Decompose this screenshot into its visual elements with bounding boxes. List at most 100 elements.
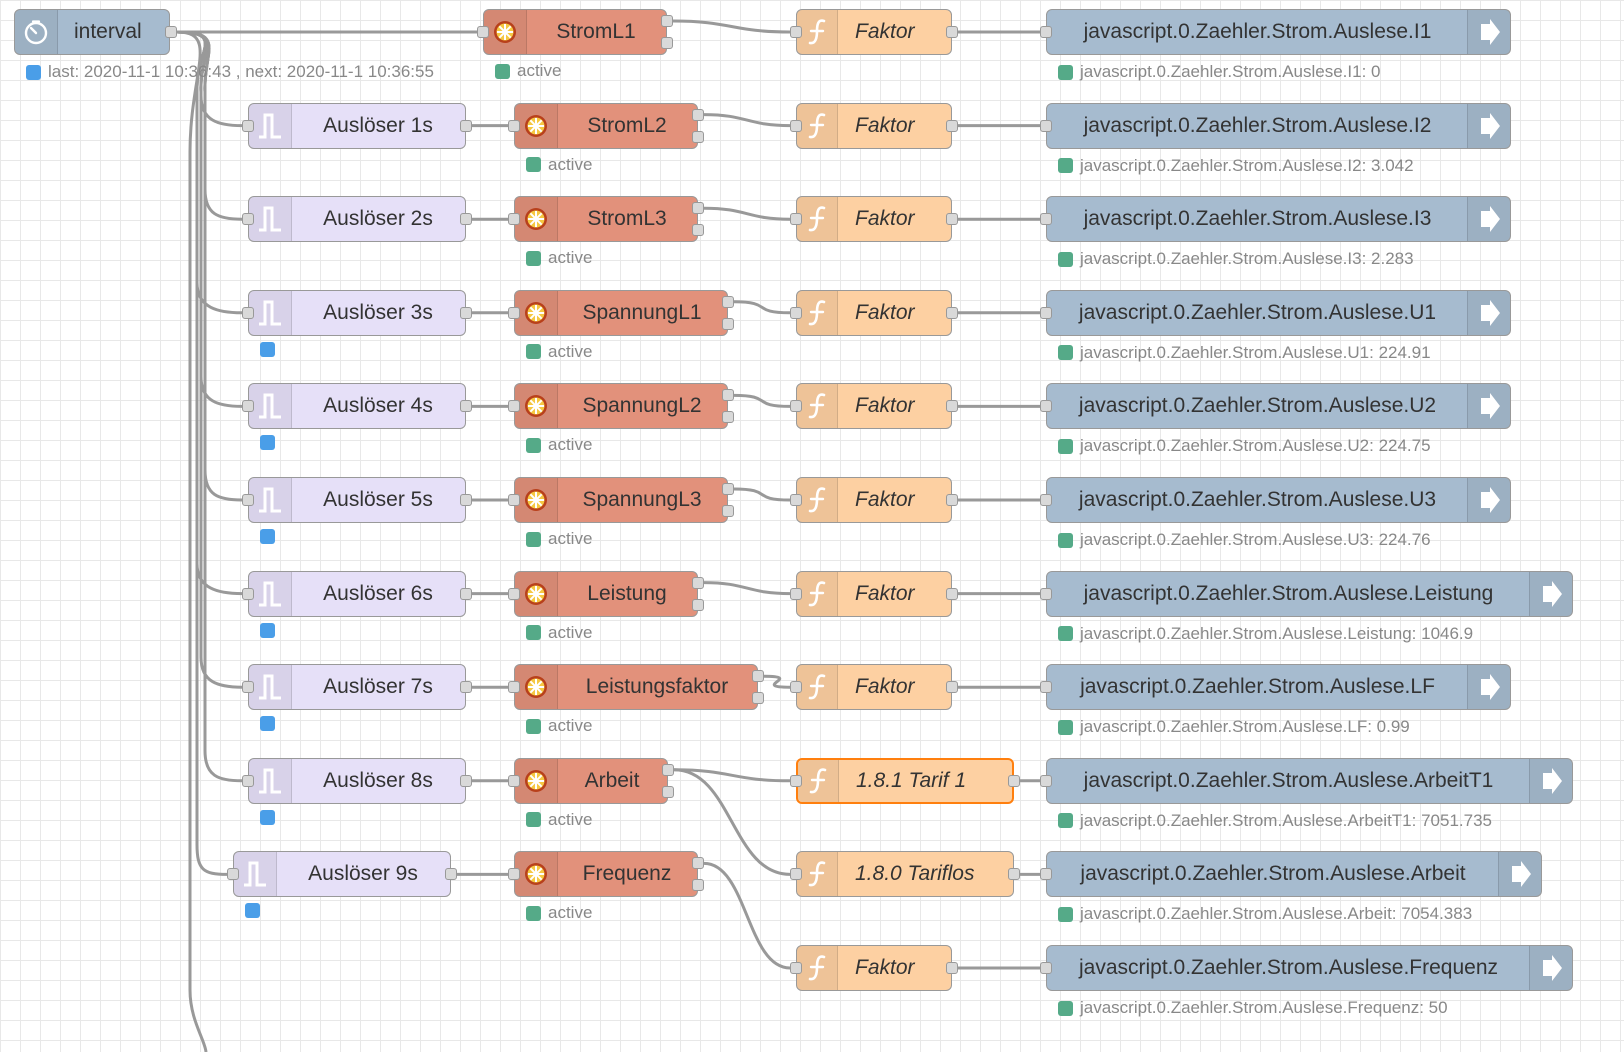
ingress-error-port-2[interactable]	[692, 224, 704, 237]
ingress-input-port-6[interactable]	[508, 587, 520, 600]
ingress-node-4[interactable]: SpannungL2	[514, 383, 728, 430]
outgress-input-port-7[interactable]	[1040, 681, 1052, 694]
ingress-input-port-4[interactable]	[508, 400, 520, 413]
trigger-output-port-1[interactable]	[460, 119, 472, 132]
function-output-port-4[interactable]	[946, 400, 958, 413]
trigger-node-7[interactable]: Auslöser 7s	[248, 664, 466, 711]
ingress-node-7[interactable]: Leistungsfaktor	[514, 664, 758, 711]
function-node-0[interactable]: Faktor	[796, 9, 952, 55]
ingress-error-port-5[interactable]	[722, 505, 734, 517]
ingress-error-port-7[interactable]	[752, 692, 764, 705]
ingress-error-port-0[interactable]	[661, 37, 673, 49]
function-node-4[interactable]: Faktor	[796, 383, 952, 430]
trigger-node-4[interactable]: Auslöser 4s	[248, 383, 466, 430]
function-node-7[interactable]: Faktor	[796, 664, 952, 711]
ingress-output-port-5[interactable]	[722, 483, 734, 495]
function-node-9[interactable]: 1.8.0 Tariflos	[796, 851, 1014, 898]
ingress-node-3[interactable]: SpannungL1	[514, 289, 728, 336]
trigger-input-port-3[interactable]	[242, 306, 254, 319]
function-node-2[interactable]: Faktor	[796, 196, 952, 243]
function-output-port-6[interactable]	[946, 587, 958, 600]
ingress-output-port-4[interactable]	[722, 389, 734, 402]
function-input-port-frequenz[interactable]	[790, 962, 802, 974]
function-output-port-0[interactable]	[946, 26, 958, 38]
trigger-node-9[interactable]: Auslöser 9s	[233, 851, 451, 898]
function-input-port-5[interactable]	[790, 494, 802, 506]
ingress-input-port-0[interactable]	[477, 26, 489, 38]
outgress-node-frequenz[interactable]: javascript.0.Zaehler.Strom.Auslese.Frequ…	[1046, 945, 1573, 991]
trigger-node-1[interactable]: Auslöser 1s	[248, 102, 466, 149]
function-node-frequenz[interactable]: Faktor	[796, 945, 952, 991]
function-output-port-5[interactable]	[946, 494, 958, 506]
function-node-6[interactable]: Faktor	[796, 570, 952, 617]
outgress-input-port-2[interactable]	[1040, 213, 1052, 226]
ingress-error-port-6[interactable]	[692, 598, 704, 611]
ingress-error-port-4[interactable]	[722, 411, 734, 424]
ingress-error-port-1[interactable]	[692, 130, 704, 143]
function-input-port-6[interactable]	[790, 587, 802, 600]
interval-output-port[interactable]	[165, 26, 177, 38]
trigger-output-port-3[interactable]	[460, 306, 472, 319]
ingress-error-port-8[interactable]	[662, 785, 674, 798]
outgress-input-port-5[interactable]	[1040, 494, 1052, 506]
ingress-input-port-1[interactable]	[508, 119, 520, 132]
outgress-input-port-1[interactable]	[1040, 119, 1052, 132]
outgress-node-7[interactable]: javascript.0.Zaehler.Strom.Auslese.LF	[1046, 664, 1511, 711]
trigger-input-port-9[interactable]	[227, 868, 239, 881]
flow-workspace[interactable]: interval last: 2020-11-1 10:36:43 , next:…	[0, 0, 1624, 1052]
outgress-node-9[interactable]: javascript.0.Zaehler.Strom.Auslese.Arbei…	[1046, 851, 1542, 898]
interval-inject-node[interactable]: interval	[14, 9, 170, 55]
trigger-node-2[interactable]: Auslöser 2s	[248, 196, 466, 243]
trigger-output-port-8[interactable]	[460, 774, 472, 787]
trigger-node-3[interactable]: Auslöser 3s	[248, 289, 466, 336]
function-input-port-4[interactable]	[790, 400, 802, 413]
trigger-input-port-5[interactable]	[242, 494, 254, 506]
trigger-output-port-9[interactable]	[445, 868, 457, 881]
trigger-node-6[interactable]: Auslöser 6s	[248, 570, 466, 617]
ingress-output-port-2[interactable]	[692, 202, 704, 215]
ingress-node-5[interactable]: SpannungL3	[514, 477, 728, 523]
outgress-node-4[interactable]: javascript.0.Zaehler.Strom.Auslese.U2	[1046, 383, 1511, 430]
function-input-port-0[interactable]	[790, 26, 802, 38]
ingress-error-port-3[interactable]	[722, 317, 734, 330]
function-input-port-2[interactable]	[790, 213, 802, 226]
ingress-output-port-1[interactable]	[692, 108, 704, 121]
trigger-output-port-2[interactable]	[460, 213, 472, 226]
outgress-input-port-8[interactable]	[1040, 774, 1052, 787]
outgress-node-6[interactable]: javascript.0.Zaehler.Strom.Auslese.Leist…	[1046, 570, 1573, 617]
outgress-input-port-4[interactable]	[1040, 400, 1052, 413]
trigger-input-port-8[interactable]	[242, 774, 254, 787]
ingress-input-port-3[interactable]	[508, 306, 520, 319]
ingress-input-port-7[interactable]	[508, 681, 520, 694]
ingress-output-port-9[interactable]	[692, 857, 704, 870]
outgress-node-3[interactable]: javascript.0.Zaehler.Strom.Auslese.U1	[1046, 289, 1511, 336]
function-output-port-3[interactable]	[946, 306, 958, 319]
trigger-input-port-1[interactable]	[242, 119, 254, 132]
function-output-port-9[interactable]	[1008, 868, 1020, 881]
ingress-node-1[interactable]: StromL2	[514, 102, 698, 149]
ingress-input-port-9[interactable]	[508, 868, 520, 881]
ingress-output-port-3[interactable]	[722, 295, 734, 308]
function-output-port-7[interactable]	[946, 681, 958, 694]
ingress-error-port-9[interactable]	[692, 879, 704, 892]
trigger-node-8[interactable]: Auslöser 8s	[248, 757, 466, 804]
outgress-input-port-3[interactable]	[1040, 306, 1052, 319]
ingress-input-port-2[interactable]	[508, 213, 520, 226]
function-output-port-8[interactable]	[1008, 774, 1020, 787]
function-node-3[interactable]: Faktor	[796, 289, 952, 336]
ingress-node-8[interactable]: Arbeit	[514, 757, 668, 804]
outgress-node-8[interactable]: javascript.0.Zaehler.Strom.Auslese.Arbei…	[1046, 757, 1573, 804]
function-node-5[interactable]: Faktor	[796, 477, 952, 523]
ingress-input-port-5[interactable]	[508, 494, 520, 506]
trigger-output-port-5[interactable]	[460, 494, 472, 506]
ingress-output-port-6[interactable]	[692, 576, 704, 589]
function-input-port-8[interactable]	[790, 774, 802, 787]
outgress-input-port-9[interactable]	[1040, 868, 1052, 881]
trigger-input-port-6[interactable]	[242, 587, 254, 600]
outgress-input-port-6[interactable]	[1040, 587, 1052, 600]
function-output-port-frequenz[interactable]	[946, 962, 958, 974]
ingress-input-port-8[interactable]	[508, 774, 520, 787]
trigger-output-port-6[interactable]	[460, 587, 472, 600]
function-node-8[interactable]: 1.8.1 Tarif 1	[796, 757, 1014, 804]
ingress-output-port-0[interactable]	[661, 15, 673, 27]
